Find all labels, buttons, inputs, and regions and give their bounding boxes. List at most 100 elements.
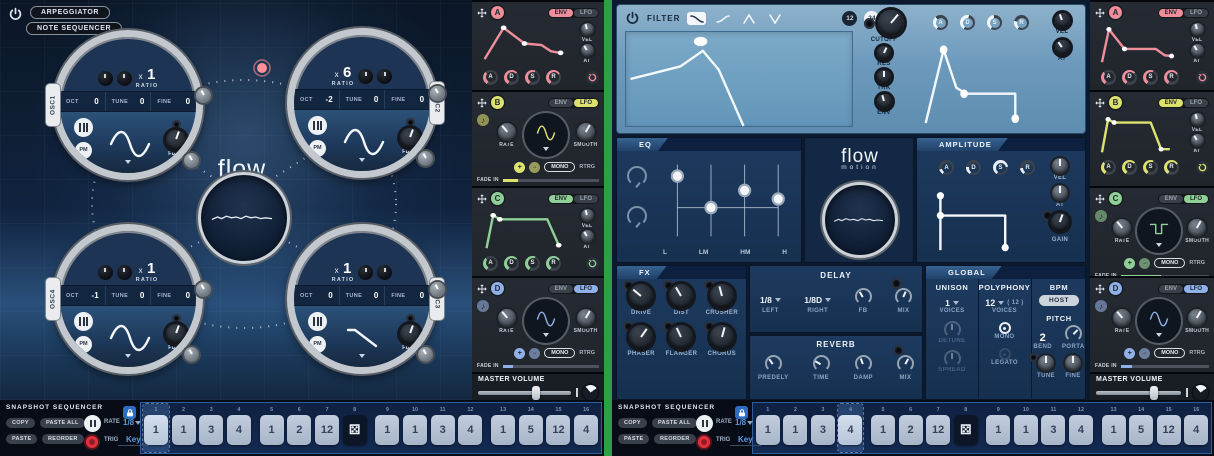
seq-step-6[interactable]: 2 bbox=[287, 415, 311, 445]
seq-step-2[interactable]: 1 bbox=[172, 415, 196, 445]
assign-arrow-button[interactable]: → bbox=[1139, 348, 1150, 359]
lfo-shape-display[interactable] bbox=[1137, 299, 1181, 343]
reverb-mix-knob[interactable] bbox=[897, 355, 914, 372]
rate-knob[interactable] bbox=[1113, 309, 1131, 327]
fdbk-knob[interactable] bbox=[166, 324, 186, 344]
global-tab[interactable]: GLOBAL bbox=[926, 266, 1002, 279]
reverb-time-knob[interactable] bbox=[813, 355, 830, 372]
ratio-knob[interactable] bbox=[98, 265, 113, 280]
move-handle-icon[interactable] bbox=[1095, 98, 1105, 108]
rate-knob[interactable] bbox=[498, 309, 516, 327]
add-target-button[interactable]: + bbox=[1124, 258, 1135, 269]
fine-field[interactable]: FINE0 bbox=[151, 286, 196, 304]
fdbk-mod-dot[interactable] bbox=[172, 314, 181, 323]
eq-high-knob[interactable] bbox=[627, 206, 647, 226]
trig-value[interactable]: Key bbox=[118, 435, 149, 446]
envelope-display[interactable] bbox=[1095, 110, 1182, 157]
at-knob[interactable] bbox=[1191, 44, 1204, 57]
chevron-down-icon[interactable] bbox=[359, 354, 365, 358]
reorder-button[interactable]: REORDER bbox=[654, 434, 696, 444]
smooth-knob[interactable] bbox=[577, 123, 595, 141]
smooth-knob[interactable] bbox=[1188, 219, 1206, 237]
asr-knob[interactable]: A bbox=[1101, 70, 1116, 85]
arpeggiator-button[interactable]: ARPEGGIATOR bbox=[30, 6, 110, 19]
seq-step-14[interactable]: 5 bbox=[519, 415, 543, 445]
seq-step-13[interactable]: 1 bbox=[1102, 415, 1126, 445]
oct-field[interactable]: OCT0 bbox=[294, 286, 340, 304]
ssr-knob[interactable]: S bbox=[1143, 160, 1158, 175]
copy-button[interactable]: COPY bbox=[6, 418, 35, 428]
at-knob[interactable] bbox=[581, 230, 594, 243]
delay-left-dropdown[interactable]: 1/8 bbox=[760, 295, 781, 305]
tune-field[interactable]: TUNE0 bbox=[106, 92, 152, 110]
retrig-icon[interactable] bbox=[586, 71, 599, 84]
assign-arrow-button[interactable]: → bbox=[529, 348, 540, 359]
lfo-shape-display[interactable] bbox=[524, 113, 568, 157]
move-handle-icon[interactable] bbox=[477, 284, 487, 294]
filter-sustain-knob[interactable]: S bbox=[987, 15, 1002, 30]
rate-chevron-icon[interactable] bbox=[135, 421, 141, 425]
mod-slot-letter[interactable]: C bbox=[491, 192, 504, 205]
seq-step-2[interactable]: 1 bbox=[783, 415, 807, 445]
filter-decay-knob[interactable]: D bbox=[960, 15, 975, 30]
smooth-knob[interactable] bbox=[1188, 309, 1206, 327]
seq-step-9[interactable]: 1 bbox=[986, 415, 1010, 445]
mono-toggle[interactable]: MONO bbox=[544, 348, 575, 358]
vel-knob[interactable] bbox=[581, 23, 594, 36]
tune-field[interactable]: TUNE0 bbox=[340, 90, 386, 108]
cutoff-knob[interactable] bbox=[878, 10, 904, 36]
legato-radio[interactable] bbox=[999, 348, 1011, 360]
record-button[interactable] bbox=[86, 436, 98, 448]
seq-step-11[interactable]: 3 bbox=[431, 415, 455, 445]
fade-in-slider[interactable] bbox=[503, 365, 599, 368]
filter-at-knob[interactable] bbox=[1055, 40, 1070, 55]
mod-slot-letter[interactable]: B bbox=[1109, 96, 1122, 109]
rsr-knob[interactable]: R bbox=[546, 70, 561, 85]
delay-fb-knob[interactable] bbox=[855, 288, 872, 305]
lfo-tab[interactable]: LFO bbox=[1184, 195, 1208, 203]
chevron-down-icon[interactable] bbox=[359, 158, 365, 162]
ratio-knob[interactable] bbox=[358, 265, 373, 280]
seq-step-4[interactable]: 4 bbox=[838, 415, 862, 445]
fdbk-mod-dot[interactable] bbox=[406, 118, 415, 127]
tempo-sync-icon[interactable]: ♪ bbox=[477, 114, 489, 126]
rsr-knob[interactable]: R bbox=[1164, 70, 1179, 85]
seq-step-11[interactable]: 3 bbox=[1041, 415, 1065, 445]
oct-field[interactable]: OCT-1 bbox=[60, 286, 106, 304]
env-tab[interactable]: ENV bbox=[1159, 285, 1183, 293]
porta-knob[interactable] bbox=[1065, 325, 1082, 342]
reverb-damp-knob[interactable] bbox=[855, 355, 872, 372]
paste-all-button[interactable]: PASTE ALL bbox=[652, 418, 697, 428]
retrig-icon[interactable] bbox=[1196, 71, 1209, 84]
lfo-tab[interactable]: LFO bbox=[574, 195, 598, 203]
lfo-shape-display[interactable] bbox=[524, 299, 568, 343]
fine-field[interactable]: FINE0 bbox=[151, 92, 196, 110]
env-tab[interactable]: ENV bbox=[549, 99, 573, 107]
pm-button[interactable]: PM bbox=[75, 336, 92, 353]
filter-type-notch-icon[interactable] bbox=[765, 12, 784, 25]
seq-step-5[interactable]: 1 bbox=[871, 415, 895, 445]
env-tab[interactable]: ENV bbox=[1159, 195, 1183, 203]
eq-low-knob[interactable] bbox=[627, 166, 647, 186]
delay-right-dropdown[interactable]: 1/8D bbox=[804, 295, 831, 305]
oct-field[interactable]: OCT0 bbox=[60, 92, 106, 110]
chevron-down-icon[interactable] bbox=[125, 160, 131, 164]
rate-knob[interactable] bbox=[498, 123, 516, 141]
spread-knob[interactable] bbox=[944, 350, 961, 367]
dsr-knob[interactable]: D bbox=[504, 256, 519, 271]
mod-input-knob[interactable] bbox=[430, 282, 445, 297]
mod-slot-letter[interactable]: C bbox=[1109, 192, 1122, 205]
tempo-sync-icon[interactable]: ♪ bbox=[1095, 210, 1107, 222]
seq-step-10[interactable]: 1 bbox=[1014, 415, 1038, 445]
retrig-icon[interactable] bbox=[1196, 161, 1209, 174]
phaser-knob[interactable] bbox=[629, 325, 653, 349]
reverb-predelay-knob[interactable] bbox=[765, 355, 782, 372]
dist-knob[interactable] bbox=[669, 284, 693, 308]
at-knob[interactable] bbox=[1191, 134, 1204, 147]
ratio-readout[interactable]: x 1RATIO bbox=[136, 261, 159, 284]
seq-step-16[interactable]: 4 bbox=[1184, 415, 1208, 445]
move-handle-icon[interactable] bbox=[477, 98, 487, 108]
unison-voices-dropdown[interactable]: 1 bbox=[945, 298, 959, 308]
copy-button[interactable]: COPY bbox=[618, 418, 647, 428]
seq-step-6[interactable]: 2 bbox=[899, 415, 923, 445]
